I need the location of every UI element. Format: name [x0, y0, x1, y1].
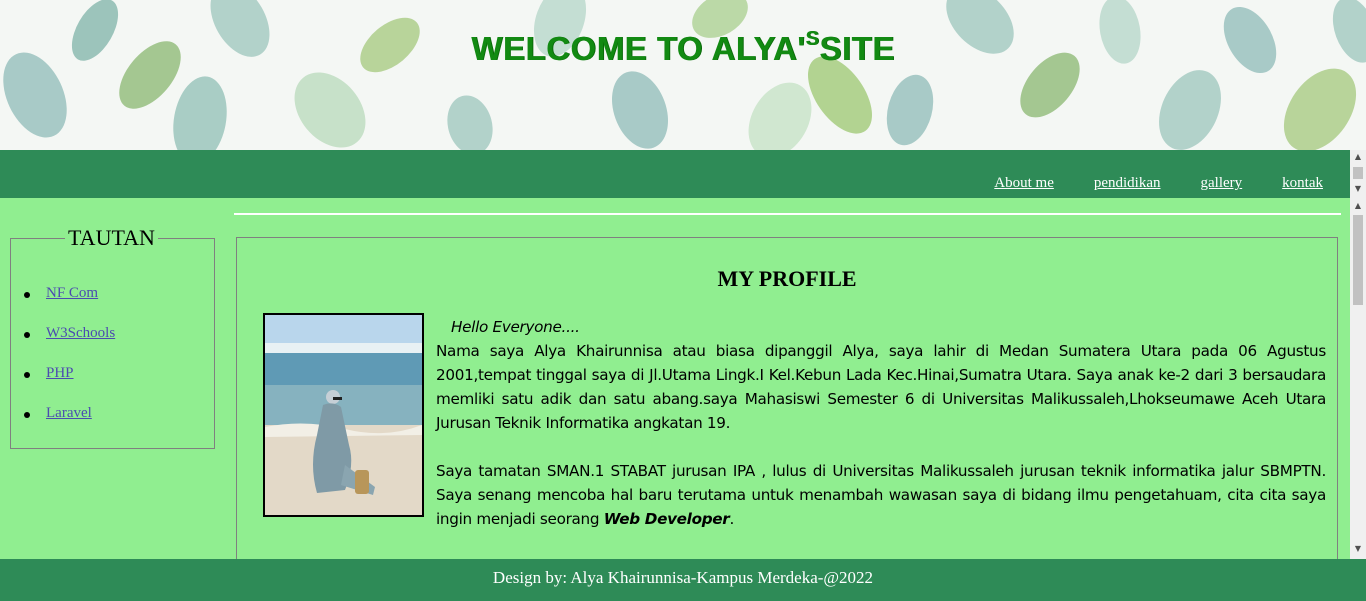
profile-highlight: Web Developer	[603, 510, 730, 528]
profile-paragraph-2-end: .	[729, 510, 735, 528]
nav-link-pendidikan[interactable]: pendidikan	[1094, 175, 1161, 192]
sidebar-link-w3schools[interactable]: W3Schools	[46, 325, 115, 341]
scroll-up-arrow-icon[interactable]: ▲	[1350, 152, 1366, 161]
profile-section: MY PROFILE Hello Everyone.... Nama saya …	[236, 237, 1338, 569]
site-title: WELCOME TO ALYA'SSITE	[0, 28, 1366, 68]
nav-bar: About me pendidikan gallery kontak	[0, 150, 1350, 198]
nav-links: About me pendidikan gallery kontak	[994, 175, 1323, 192]
main-scrollbar[interactable]: ▲ ▼	[1350, 198, 1366, 559]
profile-paragraph-2-text: Saya tamatan SMAN.1 STABAT jurusan IPA ,…	[436, 462, 1326, 528]
scroll-down-arrow-icon[interactable]: ▼	[1350, 184, 1366, 193]
sidebar-link-list: NF Com W3Schools PHP Laravel	[11, 285, 115, 445]
main-scroll-down-arrow-icon[interactable]: ▼	[1350, 544, 1366, 553]
header-scrollbar[interactable]: ▲ ▼	[1350, 150, 1366, 198]
list-item: W3Schools	[23, 325, 115, 365]
profile-paragraph-1: Nama saya Alya Khairunnisa atau biasa di…	[436, 342, 1326, 432]
beach-photo-illustration	[265, 315, 422, 515]
site-title-main: WELCOME TO ALYA'	[471, 30, 806, 67]
list-item: NF Com	[23, 285, 115, 325]
site-title-end: SITE	[819, 30, 895, 67]
profile-greeting: Hello Everyone....	[451, 318, 580, 336]
footer-credit: Design by: Alya Khairunnisa-Kampus Merde…	[492, 568, 874, 587]
sidebar-link-php[interactable]: PHP	[46, 365, 74, 381]
divider-line	[234, 213, 1341, 215]
footer: Design by: Alya Khairunnisa-Kampus Merde…	[0, 559, 1366, 601]
sidebar-link-laravel[interactable]: Laravel	[46, 405, 92, 421]
nav-link-kontak[interactable]: kontak	[1282, 175, 1323, 192]
nav-link-about-me[interactable]: About me	[994, 175, 1054, 192]
header-banner: WELCOME TO ALYA'SSITE	[0, 0, 1366, 150]
list-item: PHP	[23, 365, 115, 405]
nav-link-gallery[interactable]: gallery	[1201, 175, 1243, 192]
profile-title: MY PROFILE	[717, 266, 857, 291]
list-item: Laravel	[23, 405, 115, 445]
header-scrollbar-thumb[interactable]	[1353, 167, 1363, 179]
profile-photo	[263, 313, 424, 517]
sidebar-tautan: TAUTAN NF Com W3Schools PHP Laravel	[10, 225, 215, 449]
profile-paragraph-2: Saya tamatan SMAN.1 STABAT jurusan IPA ,…	[436, 459, 1326, 531]
sidebar-legend: TAUTAN	[65, 225, 158, 251]
site-title-sup: S	[805, 28, 820, 50]
leaf-pattern-background	[3, 0, 1366, 150]
profile-description: Hello Everyone.... Nama saya Alya Khairu…	[436, 315, 1326, 531]
main-scroll-up-arrow-icon[interactable]: ▲	[1350, 201, 1366, 210]
sidebar-link-nf-com[interactable]: NF Com	[46, 285, 98, 301]
main-scrollbar-thumb[interactable]	[1353, 215, 1363, 305]
